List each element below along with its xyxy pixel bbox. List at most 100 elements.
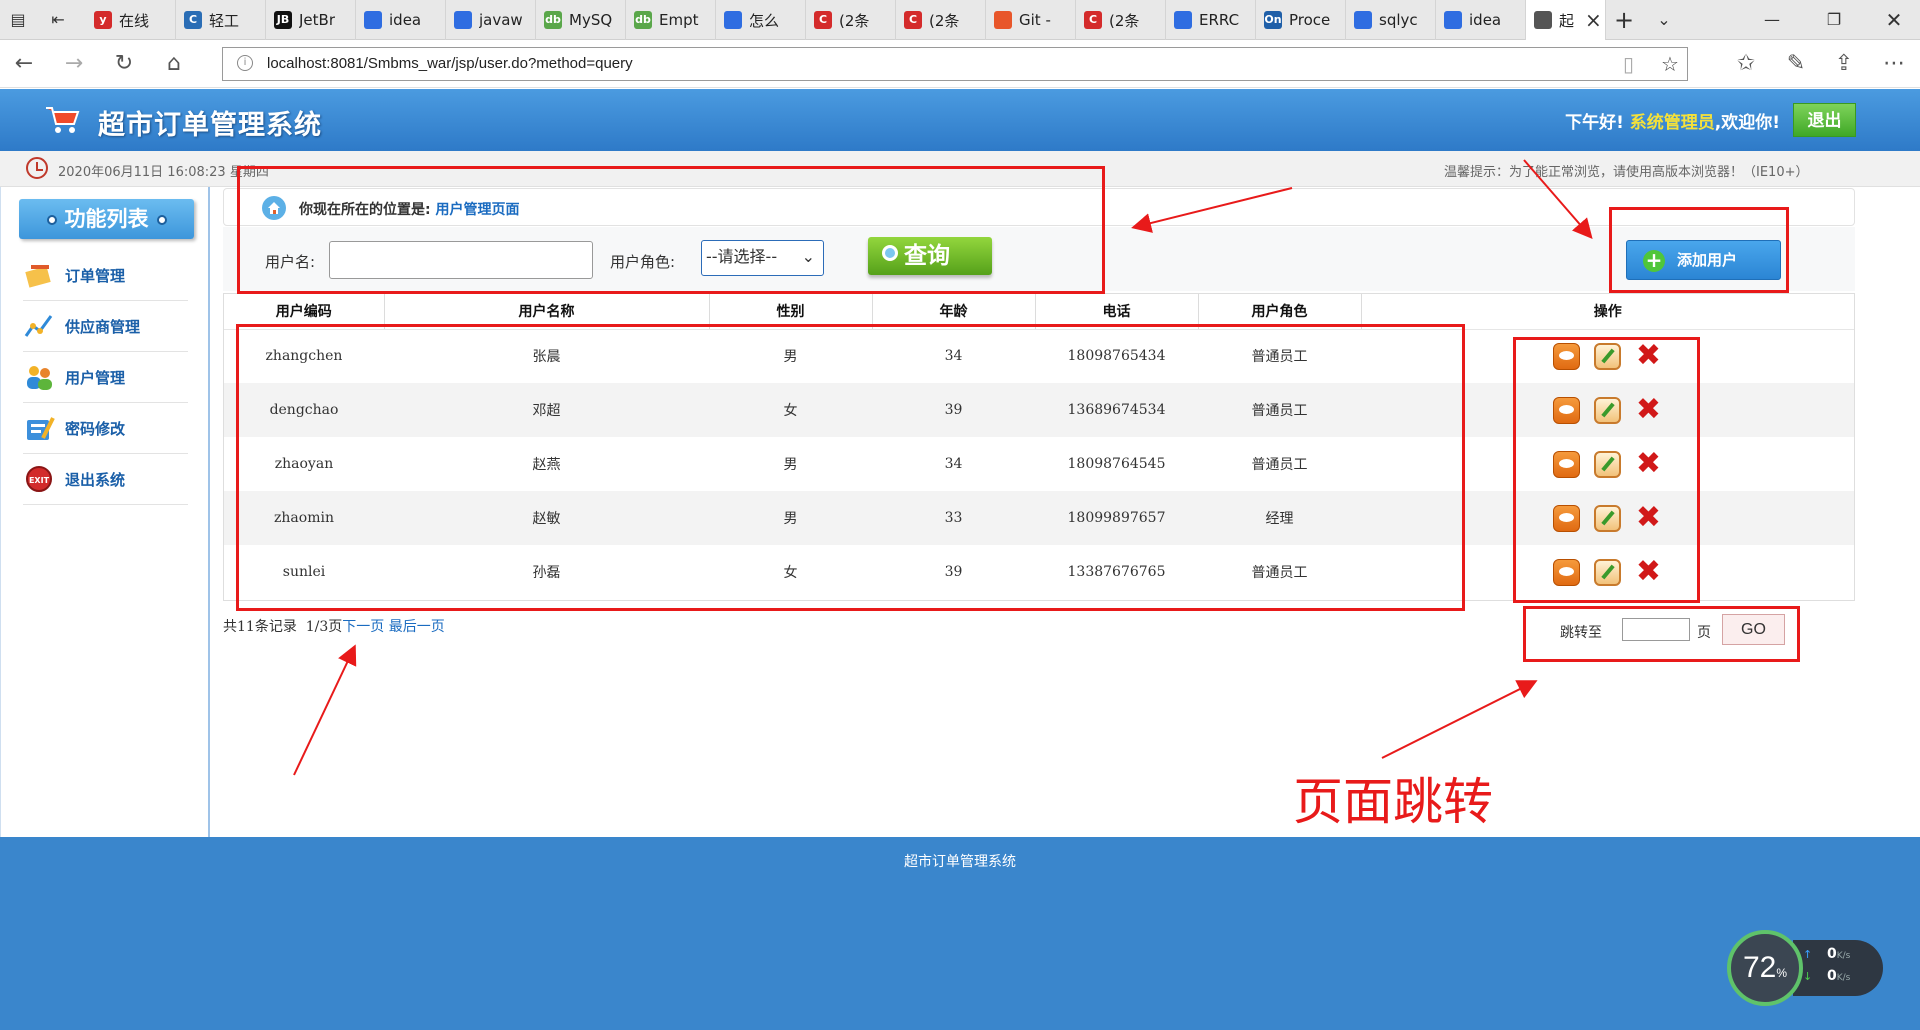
delete-user-icon[interactable]: ✖ [1635,449,1663,479]
go-button[interactable]: GO [1722,614,1785,645]
column-header: 性别 [709,294,873,330]
add-user-button[interactable]: + 添加用户 [1626,240,1781,280]
delete-user-icon[interactable]: ✖ [1635,341,1663,371]
browser-tab[interactable]: javaw [446,0,536,40]
tab-favicon-icon: db [544,11,562,29]
next-page-link[interactable]: 下一页 [342,619,384,635]
reading-view-icon[interactable]: ▯ [1623,52,1634,76]
browser-tab[interactable]: 怎么 [716,0,806,40]
cell-code: dengchao [224,383,384,437]
sidebar-item-orders[interactable]: 订单管理 [23,250,188,301]
table-row: zhangchen 张晨 男 34 18098765434 普通员工 ✖ [224,329,1854,383]
set-aside-tabs-icon[interactable]: ⇤ [46,8,70,32]
browser-tab-active[interactable]: 起 × [1526,0,1606,40]
cell-phone: 13689674534 [1035,383,1198,437]
edit-user-icon[interactable] [1593,504,1621,532]
tab-list-icon[interactable]: ▤ [6,8,30,32]
view-user-icon[interactable] [1552,396,1580,424]
browser-tab[interactable]: y 在线 [86,0,176,40]
view-user-icon[interactable] [1552,342,1580,370]
username-input[interactable] [329,241,593,279]
favorite-star-icon[interactable]: ☆ [1661,52,1679,76]
sidebar-item-users[interactable]: 用户管理 [23,352,188,403]
favorites-hub-icon[interactable]: ✩ [1732,50,1760,78]
refresh-icon[interactable]: ↻ [110,50,138,78]
table-header-row: 用户编码 用户名称 性别 年龄 电话 用户角色 操作 [224,294,1854,330]
edit-user-icon[interactable] [1593,342,1621,370]
cell-gender: 男 [783,457,798,473]
browser-tab[interactable]: C 轻工 [176,0,266,40]
browser-tab[interactable]: On Proce [1256,0,1346,40]
cell-name: 邓超 [384,383,709,437]
delete-user-icon[interactable]: ✖ [1635,557,1663,587]
search-icon [882,245,898,261]
cell-name: 张晨 [532,349,561,366]
cell-operations: ✖ [1361,545,1854,599]
edit-user-icon[interactable] [1593,558,1621,586]
share-icon[interactable]: ⇪ [1830,50,1858,78]
cell-phone: 13387676765 [1067,564,1166,580]
sidebar-item-providers[interactable]: 供应商管理 [23,301,188,352]
edit-user-icon[interactable] [1593,396,1621,424]
logout-button[interactable]: 退出 [1793,103,1856,137]
app-title: 超市订单管理系统 [98,110,322,141]
tab-favicon-icon: C [814,11,832,29]
tab-favicon-icon [454,11,472,29]
function-list-title: 功能列表 [19,199,194,239]
browser-tab[interactable]: Git - [986,0,1076,40]
maximize-icon[interactable]: ❐ [1822,8,1846,32]
edit-user-icon[interactable] [1593,450,1621,478]
sidebar-item-password[interactable]: 密码修改 [23,403,188,454]
browser-tab[interactable]: C (2条 [1076,0,1166,40]
site-info-icon[interactable]: i [237,55,253,71]
operation-buttons: ✖ [1361,557,1854,587]
browser-tab[interactable]: db MySQ [536,0,626,40]
info-bar: 2020年06月11日 16:08:23 星期四 温馨提示：为了能正常浏览，请使… [0,151,1920,187]
minimize-icon[interactable]: — [1760,8,1784,32]
address-bar[interactable]: i localhost:8081/Smbms_war/jsp/user.do?m… [222,47,1688,81]
sidebar-item-exit[interactable]: EXIT 退出系统 [23,454,188,505]
cell-age: 34 [944,456,963,472]
tab-preview-chevron-icon[interactable]: ⌄ [1652,8,1676,32]
tab-title: (2条 [929,11,960,30]
url-text[interactable]: localhost:8081/Smbms_war/jsp/user.do?met… [267,55,633,72]
user-table: 用户编码 用户名称 性别 年龄 电话 用户角色 操作 zhangchen 张晨男 3… [223,293,1855,601]
view-user-icon[interactable] [1552,558,1580,586]
cell-operations: ✖ [1361,437,1854,491]
cell-age: 39 [872,383,1035,437]
cell-code: zhaomin [224,491,384,545]
cell-gender: 女 [709,383,872,437]
role-select[interactable]: --请选择-- ⌄ [701,240,824,276]
more-menu-icon[interactable]: ⋯ [1880,50,1908,78]
new-tab-icon[interactable]: + [1612,8,1636,32]
home-nav-icon[interactable]: ⌂ [160,50,188,78]
close-tab-icon[interactable]: × [1585,8,1602,32]
cell-operations: ✖ [1361,383,1854,437]
back-icon[interactable]: ← [10,50,38,78]
browser-tab[interactable]: C (2条 [896,0,986,40]
browser-tab[interactable]: db Empt [626,0,716,40]
view-user-icon[interactable] [1552,450,1580,478]
browser-tab[interactable]: JB JetBr [266,0,356,40]
jump-page-input[interactable] [1622,618,1690,641]
browser-tab[interactable]: idea [356,0,446,40]
query-button[interactable]: 查询 [868,237,992,275]
upload-unit: K/s [1836,951,1851,961]
delete-user-icon[interactable]: ✖ [1635,503,1663,533]
browser-tab[interactable]: C (2条 [806,0,896,40]
greeting-prefix: 下午好! [1565,113,1624,133]
browser-tab[interactable]: idea [1436,0,1526,40]
browser-tab[interactable]: sqlyc [1346,0,1436,40]
last-page-link[interactable]: 最后一页 [389,619,445,635]
notes-pen-icon[interactable]: ✎ [1782,50,1810,78]
table-row: zhaoyan 赵燕 男 34 18098764545 普通员工 ✖ [224,437,1854,491]
delete-user-icon[interactable]: ✖ [1635,395,1663,425]
browser-tab[interactable]: ERRC [1166,0,1256,40]
network-speed-widget[interactable]: ↑ 0K/s ↓ 0K/s 72% [1727,930,1883,1006]
forward-icon[interactable]: → [60,50,88,78]
close-window-icon[interactable]: ✕ [1882,8,1906,32]
view-user-icon[interactable] [1552,504,1580,532]
tab-title: 在线 [119,11,150,30]
shopping-cart-icon [46,107,80,133]
tab-title: 轻工 [209,11,240,30]
